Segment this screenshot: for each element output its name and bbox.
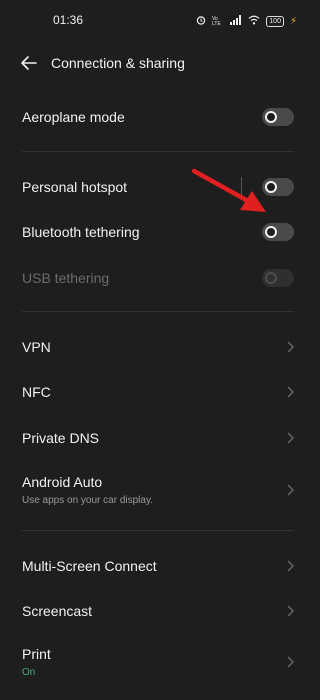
vpn-row[interactable]: VPN <box>0 325 315 369</box>
battery-icon: 100 <box>266 15 284 27</box>
print-row[interactable]: Print On <box>0 634 315 690</box>
multi-screen-connect-label: Multi-Screen Connect <box>22 558 157 574</box>
header: Connection & sharing <box>0 44 315 82</box>
usb-tethering-row: USB tethering <box>0 256 315 300</box>
usb-tethering-label: USB tethering <box>22 270 110 286</box>
multi-screen-connect-row[interactable]: Multi-Screen Connect <box>0 544 315 588</box>
divider <box>22 151 294 152</box>
bluetooth-tethering-toggle[interactable] <box>262 223 294 241</box>
status-icons: Vo LTE 100 ⚡ <box>196 12 297 30</box>
usb-tethering-toggle <box>262 269 294 287</box>
personal-hotspot-label: Personal hotspot <box>22 179 128 195</box>
aeroplane-mode-row[interactable]: Aeroplane mode <box>0 95 315 139</box>
volte-icon: Vo LTE <box>212 12 224 30</box>
nfc-label: NFC <box>22 384 51 400</box>
alarm-icon <box>196 12 206 30</box>
charging-icon: ⚡ <box>289 15 297 27</box>
wifi-icon <box>248 12 260 30</box>
screencast-row[interactable]: Screencast <box>0 589 315 633</box>
chevron-right-icon <box>287 560 294 572</box>
private-dns-row[interactable]: Private DNS <box>0 416 315 460</box>
divider <box>22 530 294 531</box>
aeroplane-mode-toggle[interactable] <box>262 108 294 126</box>
print-status: On <box>22 667 36 678</box>
android-auto-row[interactable]: Android Auto Use apps on your car displa… <box>0 462 315 518</box>
status-bar: 01:36 Vo LTE 100 ⚡ <box>0 0 315 40</box>
chevron-right-icon <box>287 605 294 617</box>
svg-text:LTE: LTE <box>212 21 221 25</box>
chevron-right-icon <box>287 656 294 668</box>
status-time: 01:36 <box>53 13 84 27</box>
toggle-knob <box>265 272 277 284</box>
aeroplane-mode-label: Aeroplane mode <box>22 109 125 125</box>
print-label: Print <box>22 646 51 662</box>
android-auto-subtitle: Use apps on your car display. <box>22 495 153 506</box>
page-title: Connection & sharing <box>51 55 185 71</box>
signal-icon <box>230 12 242 30</box>
chevron-right-icon <box>287 432 294 444</box>
vpn-label: VPN <box>22 339 51 355</box>
chevron-right-icon <box>287 386 294 398</box>
divider <box>22 311 294 312</box>
toggle-knob <box>265 226 277 238</box>
back-arrow-icon[interactable] <box>18 52 40 74</box>
screencast-label: Screencast <box>22 603 93 619</box>
chevron-right-icon <box>287 484 294 496</box>
toggle-knob <box>265 111 277 123</box>
bluetooth-tethering-label: Bluetooth tethering <box>22 224 140 240</box>
android-auto-label: Android Auto <box>22 474 103 490</box>
private-dns-label: Private DNS <box>22 430 100 446</box>
nfc-row[interactable]: NFC <box>0 370 315 414</box>
annotation-arrow-icon <box>191 168 266 212</box>
chevron-right-icon <box>287 341 294 353</box>
